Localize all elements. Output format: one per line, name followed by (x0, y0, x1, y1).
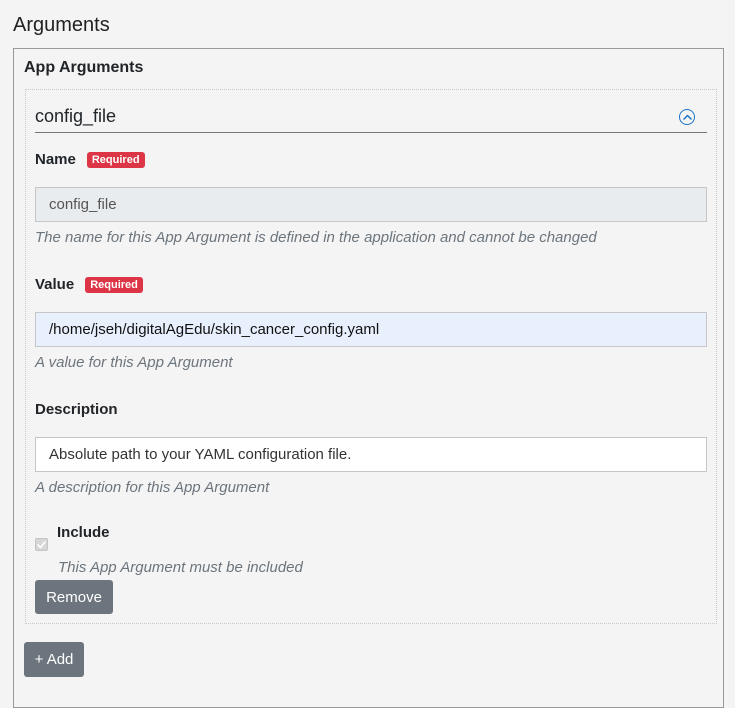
value-field[interactable] (35, 312, 707, 347)
include-label: Include (57, 524, 110, 541)
name-label-text: Name (35, 151, 76, 168)
include-checkbox[interactable] (35, 538, 48, 551)
section-title: Arguments (13, 14, 110, 36)
include-help-text: This App Argument must be included (58, 559, 303, 576)
app-arguments-heading: App Arguments (24, 59, 144, 76)
value-label: Value Required (35, 276, 143, 293)
value-label-text: Value (35, 276, 75, 293)
add-argument-button[interactable]: + Add (24, 642, 84, 677)
argument-card: config_file Name Required The name for t… (25, 89, 717, 624)
argument-header[interactable]: config_file (35, 90, 707, 133)
name-label: Name Required (35, 151, 145, 168)
value-help-text: A value for this App Argument (35, 354, 233, 371)
checkmark-icon (37, 540, 46, 548)
app-arguments-panel: App Arguments config_file Name Required … (13, 48, 724, 708)
description-field[interactable] (35, 437, 707, 472)
chevron-up-circle-icon[interactable] (679, 109, 695, 125)
remove-button[interactable]: Remove (35, 580, 113, 614)
argument-header-title: config_file (35, 106, 117, 126)
description-label-text: Description (35, 401, 118, 418)
description-help-text: A description for this App Argument (35, 479, 270, 496)
name-help-text: The name for this App Argument is define… (35, 229, 597, 246)
name-field[interactable] (35, 187, 707, 222)
name-required-badge: Required (86, 151, 145, 168)
description-label: Description (35, 401, 118, 418)
value-required-badge: Required (85, 276, 143, 293)
